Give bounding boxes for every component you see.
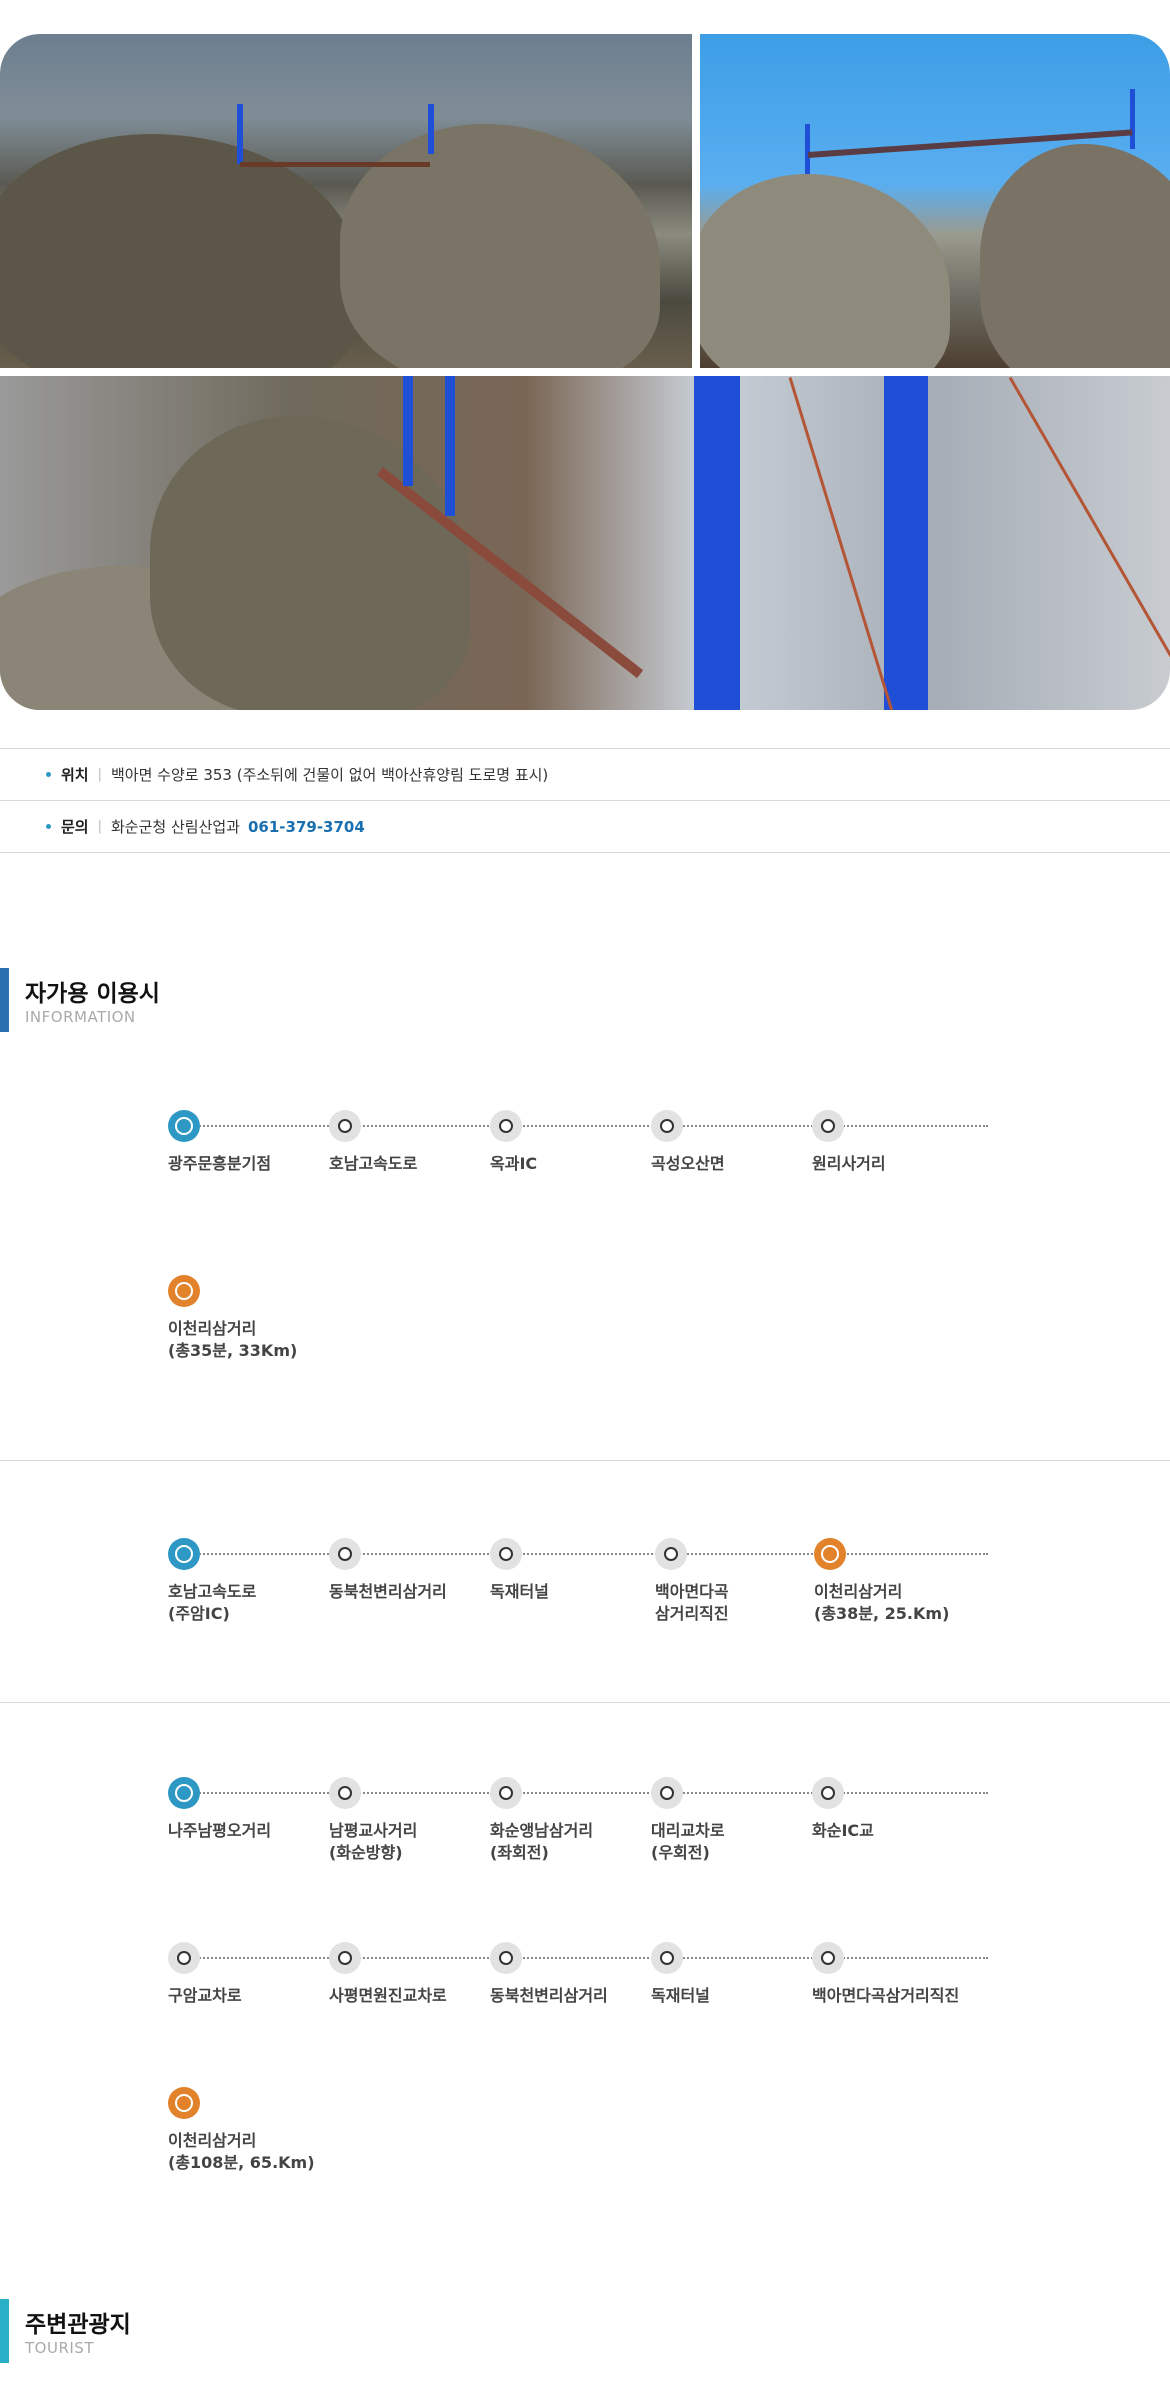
- waypoint-marker-icon: [812, 1777, 844, 1809]
- route-stop: 독재터널: [651, 1942, 811, 2007]
- route-stop: 호남고속도로 (주암IC): [168, 1538, 328, 1625]
- route-3-row-2: 구암교차로 사평면원진교차로 동북천변리삼거리 독재터널 백아면다곡삼거리직진: [168, 1942, 988, 2022]
- route-stop: 이천리삼거리 (총35분, 33Km): [168, 1275, 328, 1362]
- waypoint-marker-icon: [490, 1538, 522, 1570]
- waypoint-marker-icon: [168, 1942, 200, 1974]
- route-3-row-3: 이천리삼거리 (총108분, 65.Km): [168, 2087, 988, 2172]
- section-bar: [0, 968, 9, 1032]
- stop-label: 나주남평오거리: [168, 1821, 272, 1840]
- route-1-row-2: 이천리삼거리 (총35분, 33Km): [168, 1275, 988, 1360]
- contact-label: 문의: [61, 818, 89, 836]
- stop-label: 곡성오산면: [651, 1154, 725, 1173]
- stop-label: 이천리삼거리 (총35분, 33Km): [168, 1319, 298, 1360]
- waypoint-marker-icon: [812, 1942, 844, 1974]
- stop-label: 남평교사거리 (화순방향): [329, 1821, 418, 1862]
- waypoint-marker-icon: [329, 1538, 361, 1570]
- section-title: 자가용 이용시: [25, 981, 160, 1007]
- stop-label: 호남고속도로: [329, 1154, 418, 1173]
- location-row: 위치 | 백아면 수양로 353 (주소뒤에 건물이 없어 백아산휴양림 도로명…: [0, 748, 1170, 800]
- separator: |: [97, 767, 102, 782]
- contact-value: 화순군청 산림산업과: [111, 818, 240, 836]
- stop-label: 화순IC교: [812, 1821, 874, 1840]
- route-stop: 백아면다곡 삼거리직진: [655, 1538, 815, 1625]
- end-marker-icon: [814, 1538, 846, 1570]
- route-2-row-1: 호남고속도로 (주암IC) 동북천변리삼거리 독재터널 백아면다곡 삼거리직진 …: [168, 1538, 988, 1623]
- end-marker-icon: [168, 1275, 200, 1307]
- waypoint-marker-icon: [651, 1942, 683, 1974]
- route-stop: 백아면다곡삼거리직진: [812, 1942, 972, 2007]
- stop-label: 동북천변리삼거리: [329, 1582, 447, 1601]
- mountain-bridge-photo-2: [700, 34, 1170, 368]
- waypoint-marker-icon: [329, 1942, 361, 1974]
- stop-label: 대리교차로 (우회전): [651, 1821, 725, 1862]
- waypoint-marker-icon: [490, 1777, 522, 1809]
- stop-label: 호남고속도로 (주암IC): [168, 1582, 257, 1623]
- start-marker-icon: [168, 1538, 200, 1570]
- route-stop: 대리교차로 (우회전): [651, 1777, 811, 1864]
- route-stop: 화순IC교: [812, 1777, 972, 1842]
- route-stop: 사평면원진교차로: [329, 1942, 489, 2007]
- waypoint-marker-icon: [329, 1777, 361, 1809]
- end-marker-icon: [168, 2087, 200, 2119]
- stop-label: 사평면원진교차로: [329, 1986, 447, 2005]
- section-title: 주변관광지: [25, 2312, 131, 2338]
- mountain-bridge-photo-1: [0, 34, 692, 368]
- route-stop: 호남고속도로: [329, 1110, 489, 1175]
- section-heading-car: 자가용 이용시 INFORMATION: [0, 968, 400, 1032]
- route-stop: 이천리삼거리 (총38분, 25.Km): [814, 1538, 974, 1625]
- start-marker-icon: [168, 1110, 200, 1142]
- stop-label: 이천리삼거리 (총108분, 65.Km): [168, 2131, 315, 2172]
- route-stop: 옥과IC: [490, 1110, 650, 1175]
- waypoint-marker-icon: [651, 1110, 683, 1142]
- stop-label: 원리사거리: [812, 1154, 886, 1173]
- stop-label: 화순앵남삼거리 (좌회전): [490, 1821, 594, 1862]
- route-stop: 동북천변리삼거리: [329, 1538, 489, 1603]
- mountain-bridge-photo-3: [0, 376, 1170, 710]
- waypoint-marker-icon: [490, 1942, 522, 1974]
- route-stop: 화순앵남삼거리 (좌회전): [490, 1777, 650, 1864]
- stop-label: 백아면다곡 삼거리직진: [655, 1582, 729, 1623]
- section-bar: [0, 2299, 9, 2363]
- section-heading-tourist: 주변관광지 TOURIST: [0, 2299, 400, 2363]
- bullet-icon: [46, 772, 51, 777]
- route-stop: 광주문흥분기점: [168, 1110, 328, 1175]
- route-stop: 나주남평오거리: [168, 1777, 328, 1842]
- location-label: 위치: [61, 766, 89, 784]
- stop-label: 이천리삼거리 (총38분, 25.Km): [814, 1582, 950, 1623]
- contact-phone-link[interactable]: 061-379-3704: [248, 818, 365, 836]
- waypoint-marker-icon: [651, 1777, 683, 1809]
- stop-label: 독재터널: [651, 1986, 710, 2005]
- info-list: 위치 | 백아면 수양로 353 (주소뒤에 건물이 없어 백아산휴양림 도로명…: [0, 748, 1170, 853]
- route-stop: 동북천변리삼거리: [490, 1942, 650, 2007]
- divider: [0, 1702, 1170, 1703]
- route-stop: 원리사거리: [812, 1110, 972, 1175]
- route-stop: 독재터널: [490, 1538, 650, 1603]
- waypoint-marker-icon: [329, 1110, 361, 1142]
- start-marker-icon: [168, 1777, 200, 1809]
- route-stop: 이천리삼거리 (총108분, 65.Km): [168, 2087, 328, 2174]
- bullet-icon: [46, 824, 51, 829]
- route-stop: 남평교사거리 (화순방향): [329, 1777, 489, 1864]
- section-subtitle: TOURIST: [25, 2339, 94, 2357]
- photo-gallery: [0, 34, 1170, 368]
- route-stop: 곡성오산면: [651, 1110, 811, 1175]
- waypoint-marker-icon: [490, 1110, 522, 1142]
- stop-label: 구암교차로: [168, 1986, 242, 2005]
- waypoint-marker-icon: [655, 1538, 687, 1570]
- route-1-row-1: 광주문흥분기점 호남고속도로 옥과IC 곡성오산면 원리사거리: [168, 1110, 988, 1190]
- stop-label: 독재터널: [490, 1582, 549, 1601]
- stop-label: 옥과IC: [490, 1154, 538, 1173]
- separator: |: [97, 819, 102, 834]
- stop-label: 동북천변리삼거리: [490, 1986, 608, 2005]
- route-stop: 구암교차로: [168, 1942, 328, 2007]
- location-value: 백아면 수양로 353 (주소뒤에 건물이 없어 백아산휴양림 도로명 표시): [111, 766, 549, 784]
- contact-row: 문의 | 화순군청 산림산업과 061-379-3704: [0, 800, 1170, 853]
- section-subtitle: INFORMATION: [25, 1008, 136, 1026]
- stop-label: 광주문흥분기점: [168, 1154, 272, 1173]
- stop-label: 백아면다곡삼거리직진: [812, 1986, 960, 2005]
- divider: [0, 1460, 1170, 1461]
- waypoint-marker-icon: [812, 1110, 844, 1142]
- route-3-row-1: 나주남평오거리 남평교사거리 (화순방향) 화순앵남삼거리 (좌회전) 대리교차…: [168, 1777, 988, 1862]
